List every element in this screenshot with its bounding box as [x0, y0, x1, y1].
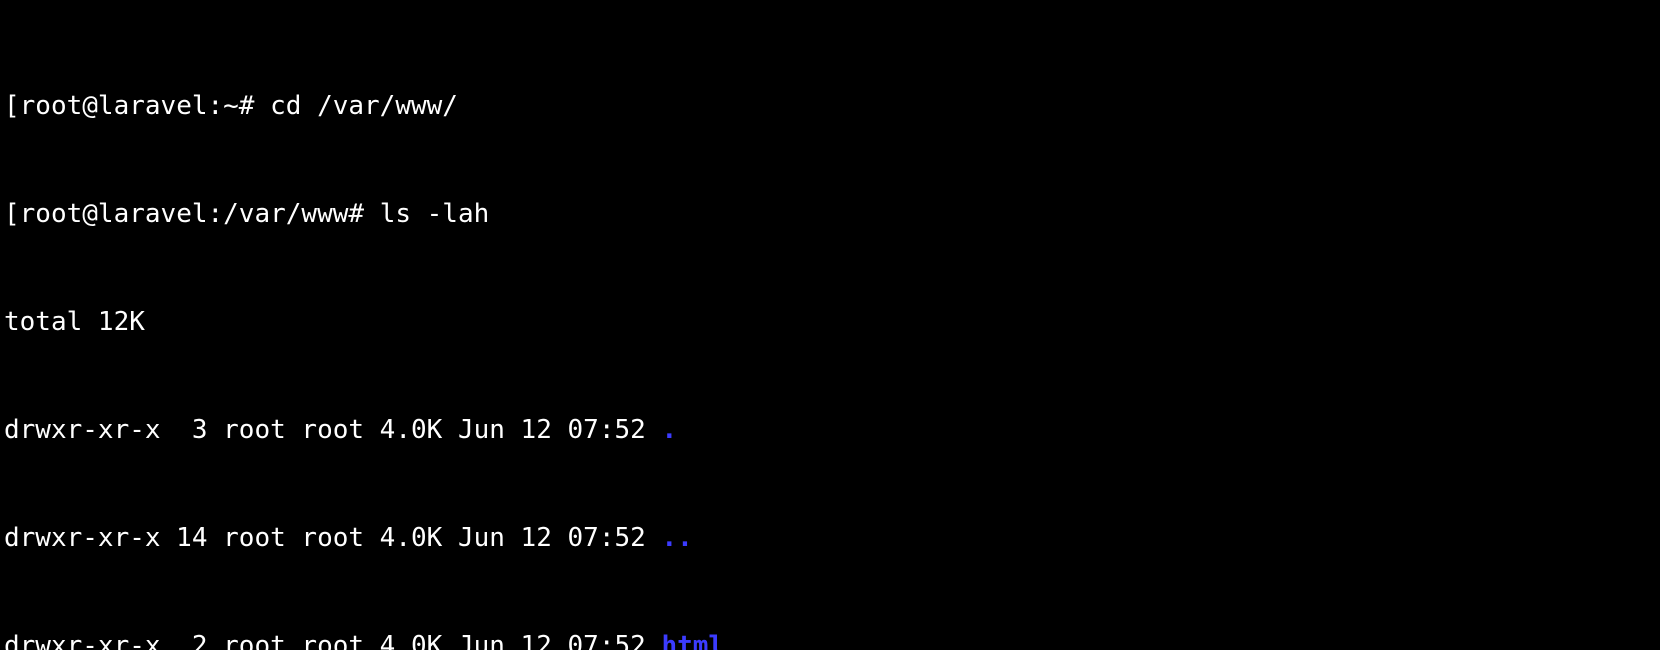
file-meta: drwxr-xr-x 3 root root 4.0K Jun 12 07:52 — [4, 415, 661, 445]
shell-prompt: root@laravel:/var/www# — [20, 199, 380, 229]
terminal-output-line: drwxr-xr-x 14 root root 4.0K Jun 12 07:5… — [4, 520, 1656, 556]
dir-name: html — [661, 631, 724, 650]
file-meta: drwxr-xr-x 14 root root 4.0K Jun 12 07:5… — [4, 523, 661, 553]
command-text: cd /var/www/ — [270, 91, 458, 121]
terminal-output-line: drwxr-xr-x 2 root root 4.0K Jun 12 07:52… — [4, 628, 1656, 650]
terminal-output-line: total 12K — [4, 304, 1656, 340]
command-text: ls -lah — [380, 199, 490, 229]
terminal-output-line: drwxr-xr-x 3 root root 4.0K Jun 12 07:52… — [4, 412, 1656, 448]
terminal[interactable]: [root@laravel:~# cd /var/www/ [root@lara… — [0, 0, 1660, 650]
shell-prompt: root@laravel:~# — [20, 91, 270, 121]
bracket-glyph: [ — [4, 91, 20, 121]
terminal-line-prompt: [root@laravel:~# cd /var/www/ — [4, 88, 1656, 124]
file-meta: drwxr-xr-x 2 root root 4.0K Jun 12 07:52 — [4, 631, 661, 650]
terminal-line-prompt: [root@laravel:/var/www# ls -lah — [4, 196, 1656, 232]
dir-name: .. — [661, 523, 692, 553]
bracket-glyph: [ — [4, 199, 20, 229]
dir-name: . — [661, 415, 677, 445]
